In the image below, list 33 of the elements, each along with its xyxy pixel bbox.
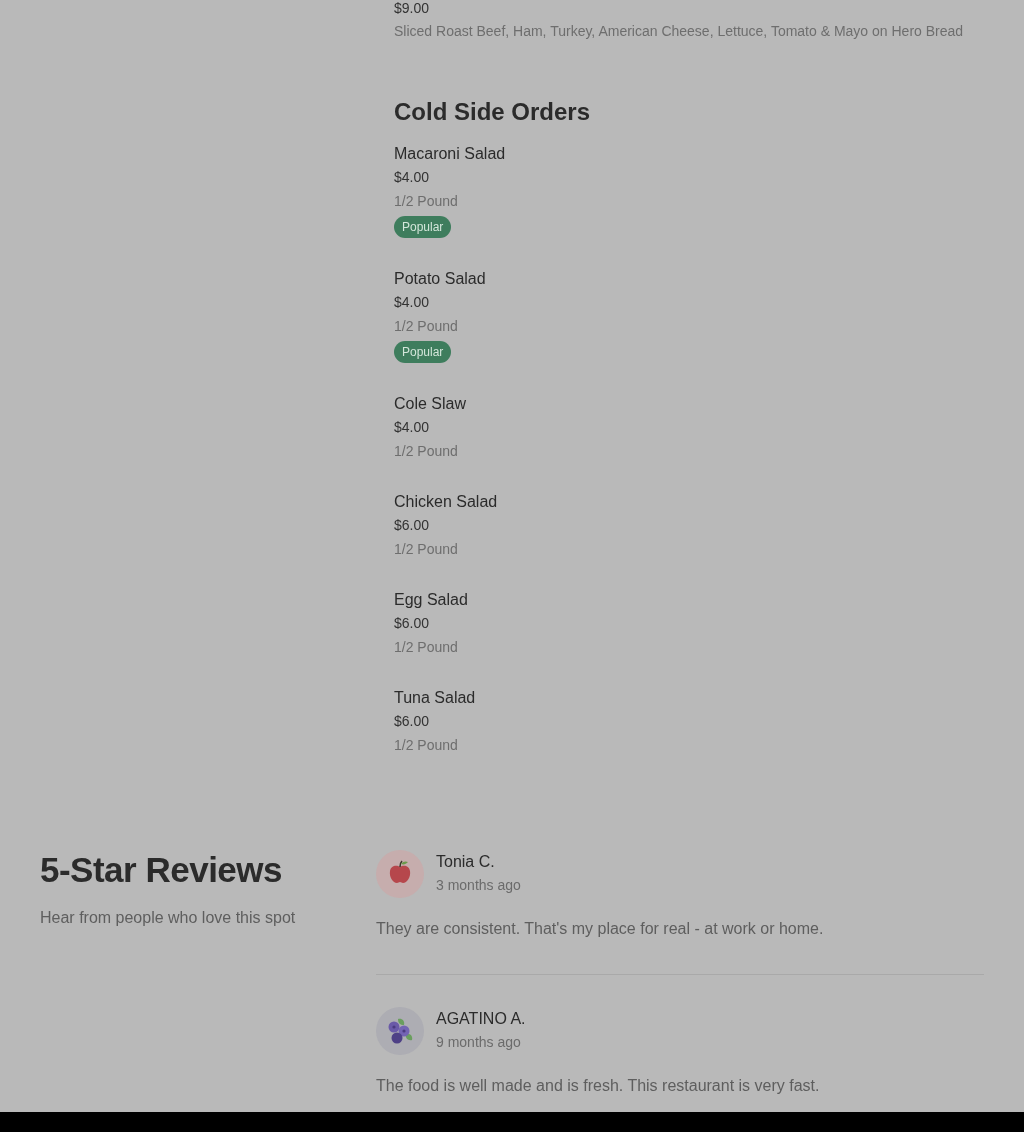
review-text: The food is well made and is fresh. This restaurant is very fast. xyxy=(376,1076,821,1096)
reviews-title: 5-Star Reviews xyxy=(40,850,283,890)
review-time: 3 months ago xyxy=(436,876,521,895)
item-price: $4.00 xyxy=(394,418,430,437)
reviewer-name: AGATINO A. xyxy=(436,1009,526,1029)
item-name: Macaroni Salad xyxy=(394,144,506,164)
review-time: 9 months ago xyxy=(436,1033,521,1052)
apple-icon xyxy=(376,850,424,898)
item-price: $6.00 xyxy=(394,712,430,731)
section-title: Cold Side Orders xyxy=(394,97,591,127)
review-text: They are consistent. That's my place for real - at work or home. xyxy=(376,919,825,939)
item-description: 1/2 Pound xyxy=(394,192,458,211)
item-name: Tuna Salad xyxy=(394,688,476,708)
item-description: Sliced Roast Beef, Ham, Turkey, American Cheese, Lettuce, Tomato & Mayo on Hero Bread xyxy=(394,22,964,41)
item-description: 1/2 Pound xyxy=(394,638,458,657)
item-description: 1/2 Pound xyxy=(394,442,458,461)
item-name: Cole Slaw xyxy=(394,394,467,414)
item-description: 1/2 Pound xyxy=(394,540,458,559)
popular-tag: Popular xyxy=(394,216,452,238)
item-price: $4.00 xyxy=(394,293,430,312)
item-name: Potato Salad xyxy=(394,269,486,289)
item-description: 1/2 Pound xyxy=(394,317,458,336)
item-price: $4.00 xyxy=(394,168,430,187)
reviews-subtitle: Hear from people who love this spot xyxy=(40,908,296,928)
item-price: $6.00 xyxy=(394,516,430,535)
blueberries-icon xyxy=(376,1007,424,1055)
popular-tag: Popular xyxy=(394,341,452,363)
reviewer-name: Tonia C. xyxy=(436,852,495,872)
item-name: Egg Salad xyxy=(394,590,468,610)
item-price: $9.00 xyxy=(394,0,430,16)
item-name: Chicken Salad xyxy=(394,492,498,512)
item-description: 1/2 Pound xyxy=(394,736,458,755)
item-price: $6.00 xyxy=(394,614,430,633)
